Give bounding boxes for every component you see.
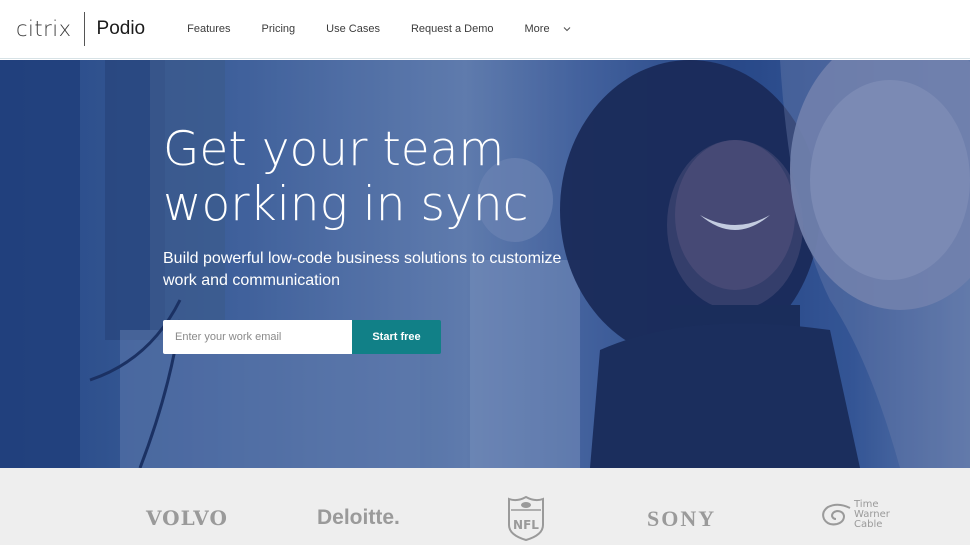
nav-more-label: More bbox=[524, 23, 550, 35]
signup-form: Start free bbox=[163, 320, 593, 354]
hero-title-line2: working in sync bbox=[163, 177, 529, 232]
hero-content: Get your team working in sync Build powe… bbox=[163, 122, 593, 354]
work-email-input[interactable] bbox=[163, 320, 352, 354]
volvo-logo: VOLVO bbox=[146, 506, 228, 530]
nav-features[interactable]: Features bbox=[187, 23, 230, 35]
twc-line3: Cable bbox=[854, 519, 883, 530]
nav-more[interactable]: More bbox=[525, 23, 572, 35]
start-free-button[interactable]: Start free bbox=[352, 320, 441, 354]
deloitte-logo: Deloitte. bbox=[317, 506, 400, 529]
nfl-logo-text: NFL bbox=[513, 518, 539, 532]
logo-divider bbox=[83, 12, 85, 46]
nav-request-demo[interactable]: Request a Demo bbox=[411, 23, 494, 35]
nav-use-cases[interactable]: Use Cases bbox=[326, 23, 380, 35]
twc-eye-icon bbox=[822, 503, 851, 526]
hero-section: Get your team working in sync Build powe… bbox=[0, 60, 970, 468]
citrix-logo: citrix bbox=[16, 17, 72, 41]
chevron-down-icon bbox=[563, 27, 570, 32]
podio-logo: Podio bbox=[96, 18, 146, 39]
sony-logo: SONY bbox=[647, 506, 717, 531]
hero-title: Get your team working in sync bbox=[163, 122, 593, 232]
time-warner-cable-logo: Time Warner Cable bbox=[820, 500, 890, 530]
main-nav: Features Pricing Use Cases Request a Dem… bbox=[187, 23, 602, 35]
hero-title-line1: Get your team bbox=[163, 122, 505, 177]
citrix-podio-logo[interactable]: citrix Podio bbox=[16, 0, 145, 59]
site-header: citrix Podio Features Pricing Use Cases … bbox=[0, 0, 970, 59]
nav-pricing[interactable]: Pricing bbox=[262, 23, 296, 35]
nfl-shield-icon: NFL bbox=[508, 495, 544, 541]
customer-logos: VOLVO Deloitte. NFL SONY Time Warner Cab… bbox=[0, 468, 970, 545]
hero-subtitle: Build powerful low-code business solutio… bbox=[163, 250, 562, 289]
